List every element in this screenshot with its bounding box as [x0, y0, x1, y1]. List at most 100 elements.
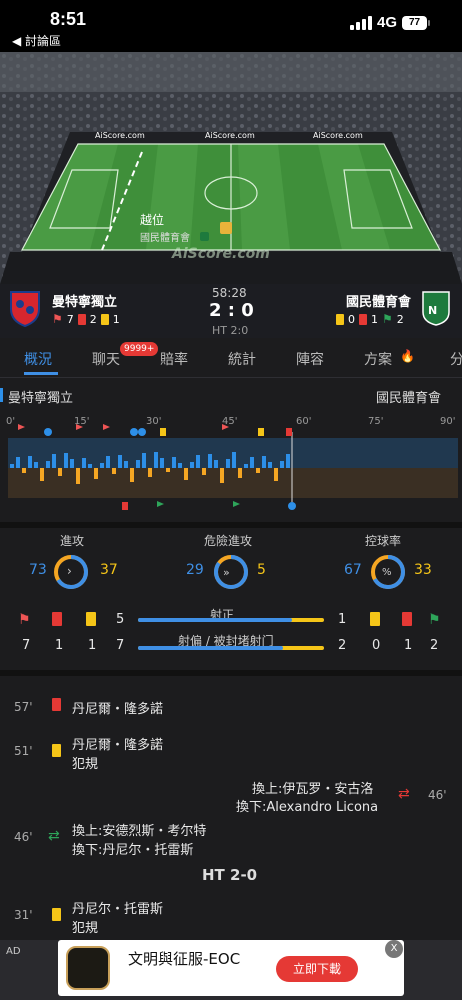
yellow-card-icon: [86, 612, 96, 626]
home-color-bar: [0, 388, 3, 402]
event-player[interactable]: 丹尼爾・隆多諾: [72, 734, 163, 753]
momentum-bar: [22, 468, 26, 473]
off-target-home: 7: [116, 638, 125, 653]
event-player[interactable]: 換上:安德烈斯・考尔特: [72, 820, 206, 839]
on-target-away: 1: [338, 612, 347, 627]
event-minute: 46': [428, 788, 447, 802]
home-corners: 7: [66, 312, 74, 326]
tab-plan[interactable]: 方案: [364, 349, 392, 369]
svg-text:»: »: [223, 566, 230, 579]
status-bar: 8:51 ◀ 討論區 4G 77: [0, 0, 462, 52]
home-red-stat: 1: [55, 638, 64, 653]
substitution-icon: ⇄: [48, 828, 60, 844]
momentum-bar: [196, 455, 200, 468]
away-yellow-stat: 0: [372, 638, 381, 653]
away-counts: 0 1 ⚑ 2: [336, 312, 404, 326]
momentum-bar: [160, 458, 164, 468]
tab-bar: 概況 聊天 9999+ 賠率 統計 陣容 方案 🔥 分: [0, 338, 462, 378]
match-clock: 58:28: [212, 286, 247, 300]
event-detail: 犯規: [72, 757, 99, 772]
timeline-home-name: 曼特寧獨立: [8, 391, 74, 406]
momentum-bar: [184, 468, 188, 480]
event-detail: 換下:Alexandro Licona: [236, 800, 379, 815]
event-player[interactable]: 丹尼爾・隆多諾: [72, 698, 163, 717]
team-badge-icon: [200, 232, 209, 241]
tab-odds[interactable]: 賠率: [160, 349, 188, 369]
away-corners-stat: 2: [430, 638, 439, 653]
event-player[interactable]: 丹尼尔・托雷斯: [72, 898, 163, 917]
possession-label: 控球率: [365, 534, 402, 548]
momentum-bar: [262, 456, 266, 468]
momentum-bar: [142, 453, 146, 468]
live-pitch[interactable]: AiScore.com AiScore.com AiScore.com AiSc…: [0, 52, 462, 284]
brand-text-1: AiScore.com: [95, 131, 145, 140]
momentum-bar: [76, 468, 80, 484]
ad-download-button[interactable]: 立即下載: [276, 956, 358, 982]
offside-icon: [220, 222, 232, 234]
off-target-away: 2: [338, 638, 347, 653]
away-red: 1: [371, 312, 378, 326]
home-corners-stat: 7: [22, 638, 31, 653]
fire-icon: 🔥: [400, 349, 415, 363]
momentum-bar: [226, 459, 230, 468]
corner-flag-icon: ⚑: [18, 612, 31, 628]
momentum-bar: [124, 461, 128, 468]
red-card-icon: [359, 313, 367, 325]
back-to-forum-link[interactable]: ◀ 討論區: [12, 32, 61, 49]
on-target-home: 5: [116, 612, 125, 627]
home-counts: ⚑ 7 2 1: [52, 312, 120, 326]
clock: 8:51: [50, 9, 87, 29]
ad-close-button[interactable]: X: [385, 940, 403, 958]
momentum-bar: [220, 468, 224, 483]
ad-banner[interactable]: AD 文明與征服-EOC 立即下載 X: [0, 940, 462, 1000]
halftime-marker: HT 2-0: [202, 866, 258, 884]
red-card-icon: [77, 313, 86, 325]
watermark: AiScore.com: [171, 246, 270, 262]
momentum-bar: [40, 468, 44, 481]
away-corners: 2: [396, 312, 404, 326]
stats-panel: 進攻 73 37 危險進攻 29 5 控球率 67 33 › » % ⚑ 5 射…: [0, 522, 462, 662]
signal-icon: [350, 16, 372, 30]
tab-more[interactable]: 分: [450, 349, 462, 369]
momentum-bar: [94, 468, 98, 479]
momentum-bar: [118, 455, 122, 468]
momentum-bar: [286, 454, 290, 468]
timeline-teams: 曼特寧獨立 國民體育會: [0, 380, 462, 410]
danger-label: 危險進攻: [204, 534, 253, 548]
momentum-bar: [34, 462, 38, 468]
tab-stats[interactable]: 統計: [228, 349, 256, 369]
yellow-card-icon: [370, 612, 380, 626]
momentum-bar: [190, 462, 194, 468]
red-card-icon: [402, 612, 412, 626]
away-red-stat: 1: [404, 638, 413, 653]
event-minute: 46': [14, 830, 33, 844]
momentum-bar: [106, 456, 110, 468]
events-list: 57' 丹尼爾・隆多諾 51' 丹尼爾・隆多諾 犯規 換上:伊瓦罗・安古洛 換下…: [0, 670, 462, 940]
event-detail: 犯規: [72, 921, 99, 936]
on-target-bar: [138, 618, 324, 622]
off-target-bar: [138, 646, 324, 650]
event-team: 國民體育會: [140, 231, 190, 244]
momentum-bar: [154, 452, 158, 468]
momentum-bar: [148, 468, 152, 477]
tab-chat[interactable]: 聊天: [92, 349, 120, 369]
tab-lineup[interactable]: 陣容: [296, 349, 324, 369]
momentum-bar: [244, 464, 248, 468]
red-card-icon: [52, 612, 62, 626]
momentum-bar: [214, 460, 218, 468]
momentum-bar: [202, 468, 206, 475]
momentum-bar: [280, 461, 284, 468]
attack-label: 進攻: [60, 534, 85, 548]
momentum-bar: [46, 461, 50, 468]
momentum-bar: [178, 463, 182, 468]
event-player[interactable]: 換上:伊瓦罗・安古洛: [252, 778, 373, 797]
tab-overview[interactable]: 概況: [24, 349, 52, 369]
momentum-bar: [100, 463, 104, 468]
home-yellow-stat: 1: [88, 638, 97, 653]
battery-icon: 77: [402, 16, 430, 30]
pitch-graphic: AiScore.com AiScore.com AiScore.com AiSc…: [0, 52, 462, 284]
chat-badge: 9999+: [120, 342, 159, 356]
momentum-bar: [64, 453, 68, 468]
momentum-chart: [8, 424, 458, 510]
home-team-logo: [10, 291, 40, 327]
